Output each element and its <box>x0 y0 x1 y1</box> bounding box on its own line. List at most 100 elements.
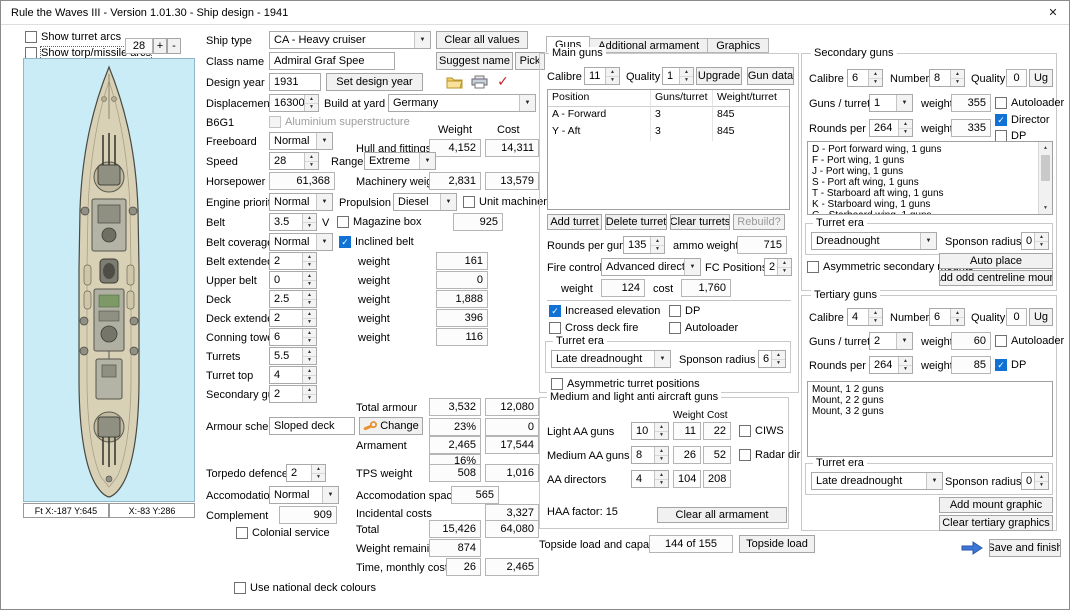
spinner-arrows-icon[interactable] <box>679 68 693 84</box>
tab-additional-armament[interactable]: Additional armament <box>590 38 709 53</box>
secondary-guns-per-turret-select[interactable]: 1 <box>869 94 913 112</box>
dropdown-arrow-icon[interactable] <box>519 95 535 111</box>
spinner-arrows-icon[interactable] <box>302 214 316 230</box>
turret-top-spinner[interactable]: 4 <box>269 366 317 384</box>
secondary-upgrade-button[interactable]: Ug <box>1029 69 1053 87</box>
aa-directors-spinner[interactable]: 4 <box>631 470 669 488</box>
design-year-input[interactable]: 1931 <box>269 73 321 91</box>
main-sponson-spinner[interactable]: 6 <box>758 350 786 368</box>
list-item[interactable]: J - Port wing, 1 guns <box>812 166 1048 177</box>
list-item[interactable]: K - Starboard wing, 1 guns <box>812 199 1048 210</box>
clear-tertiary-graphics-button[interactable]: Clear tertiary graphics <box>939 515 1053 531</box>
spinner-arrows-icon[interactable] <box>302 310 316 326</box>
spinner-arrows-icon[interactable] <box>605 68 619 84</box>
gun-data-button[interactable]: Gun data <box>747 67 794 85</box>
spinner-arrows-icon[interactable] <box>898 357 912 373</box>
secondary-autoloader-checkbox[interactable]: Autoloader <box>995 96 1064 110</box>
tertiary-calibre-spinner[interactable]: 4 <box>847 308 883 326</box>
engine-priority-select[interactable]: Normal <box>269 193 333 211</box>
ship-type-select[interactable]: CA - Heavy cruiser <box>269 31 431 49</box>
spinner-arrows-icon[interactable] <box>302 367 316 383</box>
torpedo-defence-spinner[interactable]: 2 <box>286 464 326 482</box>
topside-load-button[interactable]: Topside load <box>739 535 815 553</box>
scroll-down-icon[interactable] <box>1039 202 1052 214</box>
delete-turret-button[interactable]: Delete turret <box>605 214 667 230</box>
secondary-guns-armour-spinner[interactable]: 2 <box>269 385 317 403</box>
dropdown-arrow-icon[interactable] <box>440 194 456 210</box>
dropdown-arrow-icon[interactable] <box>316 234 332 250</box>
list-item[interactable]: D - Port forward wing, 1 guns <box>812 144 1048 155</box>
spinner-arrows-icon[interactable] <box>654 447 668 463</box>
fire-control-select[interactable]: Advanced director <box>601 258 701 276</box>
upgrade-gun-button[interactable]: Upgrade <box>696 67 742 85</box>
close-button[interactable]: ✕ <box>1037 1 1069 24</box>
class-name-input[interactable]: Admiral Graf Spee <box>269 52 395 70</box>
dropdown-arrow-icon[interactable] <box>926 473 942 489</box>
spinner-arrows-icon[interactable] <box>950 309 964 325</box>
tertiary-number-spinner[interactable]: 6 <box>929 308 965 326</box>
auto-place-button[interactable]: Auto place <box>939 253 1053 269</box>
secondary-turret-era-select[interactable]: Dreadnought <box>811 232 937 250</box>
suggest-name-button[interactable]: Suggest name <box>436 52 513 70</box>
dropdown-arrow-icon[interactable] <box>316 194 332 210</box>
conning-tower-spinner[interactable]: 6 <box>269 328 317 346</box>
tertiary-turret-era-select[interactable]: Late dreadnought <box>811 472 943 490</box>
show-turret-arcs-checkbox[interactable]: Show turret arcs <box>25 30 121 44</box>
main-autoloader-checkbox[interactable]: Autoloader <box>669 321 738 335</box>
tertiary-rounds-spinner[interactable]: 264 <box>869 356 913 374</box>
clear-all-armament-button[interactable]: Clear all armament <box>657 507 787 523</box>
change-armour-scheme-button[interactable]: Change <box>359 417 423 435</box>
secondary-mounts-list[interactable]: D - Port forward wing, 1 guns F - Port w… <box>807 141 1053 215</box>
secondary-sponson-spinner[interactable]: 0 <box>1021 232 1049 250</box>
dropdown-arrow-icon[interactable] <box>419 153 435 169</box>
spinner-arrows-icon[interactable] <box>654 471 668 487</box>
main-turret-era-select[interactable]: Late dreadnought <box>551 350 671 368</box>
spinner-arrows-icon[interactable] <box>868 309 882 325</box>
spinner-arrows-icon[interactable] <box>311 465 325 481</box>
main-guns-table[interactable]: Position Guns/turret Weight/turret A - F… <box>547 89 790 210</box>
dropdown-arrow-icon[interactable] <box>654 351 670 367</box>
save-and-finish-button[interactable]: Save and finish <box>989 539 1061 557</box>
fc-positions-spinner[interactable]: 2 <box>764 258 792 276</box>
use-national-deck-colours-checkbox[interactable]: Use national deck colours <box>234 581 376 595</box>
colonial-service-checkbox[interactable]: Colonial service <box>236 526 330 540</box>
spinner-arrows-icon[interactable] <box>777 259 791 275</box>
dropdown-arrow-icon[interactable] <box>896 95 912 111</box>
spinner-arrows-icon[interactable] <box>771 351 785 367</box>
upper-belt-spinner[interactable]: 0 <box>269 271 317 289</box>
spinner-arrows-icon[interactable] <box>302 348 316 364</box>
spinner-arrows-icon[interactable] <box>1034 473 1048 489</box>
accomodation-select[interactable]: Normal <box>269 486 339 504</box>
list-item[interactable]: F - Port wing, 1 guns <box>812 155 1048 166</box>
spinner-arrows-icon[interactable] <box>650 237 664 253</box>
spinner-arrows-icon[interactable] <box>898 120 912 136</box>
inclined-belt-checkbox[interactable]: Inclined belt <box>339 235 414 249</box>
load-folder-icon[interactable] <box>444 74 464 90</box>
radar-director-checkbox[interactable]: Radar dir <box>739 448 800 462</box>
light-aa-spinner[interactable]: 10 <box>631 422 669 440</box>
set-design-year-button[interactable]: Set design year <box>326 73 423 91</box>
tertiary-upgrade-button[interactable]: Ug <box>1029 308 1053 326</box>
tertiary-guns-per-turret-select[interactable]: 2 <box>869 332 913 350</box>
spinner-arrows-icon[interactable] <box>302 386 316 402</box>
dropdown-arrow-icon[interactable] <box>322 487 338 503</box>
clear-all-values-button[interactable]: Clear all values <box>436 31 528 49</box>
scroll-thumb[interactable] <box>1041 155 1050 181</box>
ship-top-view[interactable] <box>23 58 195 502</box>
dropdown-arrow-icon[interactable] <box>896 333 912 349</box>
propulsion-select[interactable]: Diesel <box>393 193 457 211</box>
spinner-arrows-icon[interactable] <box>302 329 316 345</box>
tertiary-sponson-spinner[interactable]: 0 <box>1021 472 1049 490</box>
main-dp-checkbox[interactable]: DP <box>669 304 700 318</box>
asymmetric-turret-positions-checkbox[interactable]: Asymmetric turret positions <box>551 377 700 391</box>
secondary-calibre-spinner[interactable]: 6 <box>847 69 883 87</box>
arc-decrease-button[interactable]: - <box>167 38 181 54</box>
dropdown-arrow-icon[interactable] <box>414 32 430 48</box>
tertiary-dp-checkbox[interactable]: DP <box>995 358 1026 372</box>
magazine-box-checkbox[interactable]: Magazine box <box>337 215 422 229</box>
list-item[interactable]: G - Starboard wing, 1 guns <box>812 210 1048 214</box>
add-turret-button[interactable]: Add turret <box>547 214 602 230</box>
deck-spinner[interactable]: 2.5 <box>269 290 317 308</box>
spinner-arrows-icon[interactable] <box>304 95 318 111</box>
increased-elevation-checkbox[interactable]: Increased elevation <box>549 304 660 318</box>
